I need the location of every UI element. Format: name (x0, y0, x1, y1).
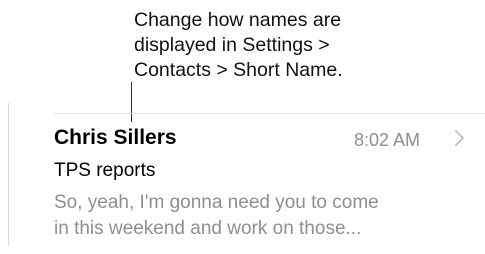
preview-line-1: So, yeah, I'm gonna need you to come (54, 192, 379, 213)
row-separator (54, 113, 485, 114)
callout-leader-line (131, 82, 132, 122)
screen-edge-line (8, 103, 9, 246)
message-time: 8:02 AM (354, 130, 421, 150)
callout-line-3: Contacts > Short Name. (134, 59, 343, 81)
preview-line-2: in this weekend and work on those... (54, 218, 362, 239)
message-preview: So, yeah, I'm gonna need you to come in … (54, 190, 464, 242)
sender-name: Chris Sillers (54, 126, 177, 149)
message-subject: TPS reports (54, 160, 156, 181)
callout-annotation: Change how names are displayed in Settin… (134, 8, 464, 83)
mail-list-row[interactable]: Chris Sillers 8:02 AM TPS reports So, ye… (54, 122, 474, 252)
callout-line-2: displayed in Settings > (134, 34, 330, 56)
chevron-right-icon (454, 128, 465, 153)
annotated-screenshot: Change how names are displayed in Settin… (0, 0, 485, 254)
callout-line-1: Change how names are (134, 9, 342, 31)
